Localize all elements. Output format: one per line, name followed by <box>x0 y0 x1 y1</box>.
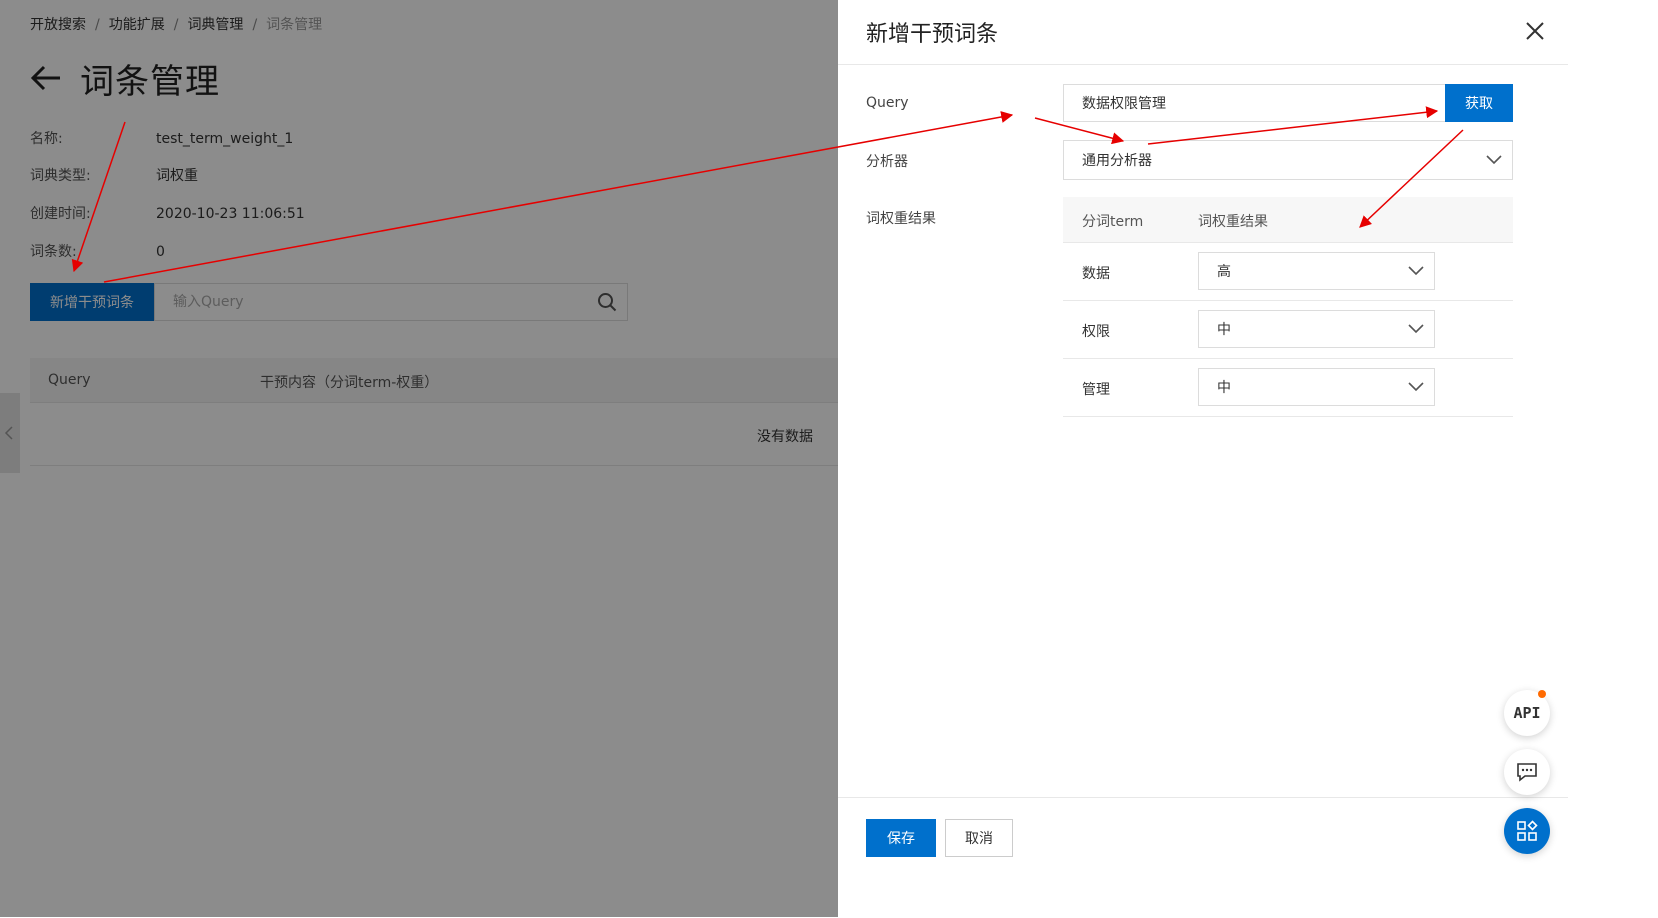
chevron-down-icon <box>1408 382 1424 392</box>
chevron-down-icon <box>1408 324 1424 334</box>
api-button[interactable]: API <box>1504 690 1550 736</box>
result-label: 词权重结果 <box>866 211 936 227</box>
weight-result-table: 分词term 词权重结果 数据 高 权限 中 管理 中 <box>1063 197 1513 417</box>
column-header-term: 分词term <box>1082 214 1144 230</box>
column-header-weight: 词权重结果 <box>1198 214 1268 230</box>
weight-select[interactable]: 中 <box>1198 310 1435 348</box>
analyzer-select[interactable]: 通用分析器 <box>1063 140 1513 180</box>
apps-button[interactable] <box>1504 808 1550 854</box>
chevron-down-icon <box>1408 266 1424 276</box>
chat-button[interactable] <box>1504 749 1550 795</box>
add-entry-drawer: 新增干预词条 Query 获取 分析器 通用分析器 词权重结果 分词term 词… <box>838 0 1568 917</box>
weight-select[interactable]: 高 <box>1198 252 1435 290</box>
result-table-header: 分词term 词权重结果 <box>1063 197 1513 243</box>
apps-icon <box>1517 820 1538 841</box>
query-label: Query <box>866 95 909 111</box>
chevron-down-icon <box>1486 155 1502 165</box>
weight-select[interactable]: 中 <box>1198 368 1435 406</box>
api-label: API <box>1513 704 1541 722</box>
analyzer-label: 分析器 <box>866 154 908 170</box>
drawer-header: 新增干预词条 <box>838 0 1568 65</box>
term-cell: 数据 <box>1082 266 1110 282</box>
table-row: 数据 高 <box>1063 243 1513 301</box>
term-cell: 权限 <box>1082 324 1110 340</box>
save-button[interactable]: 保存 <box>866 819 936 857</box>
query-input[interactable] <box>1063 84 1463 122</box>
weight-value: 高 <box>1217 264 1231 280</box>
table-row: 管理 中 <box>1063 359 1513 417</box>
modal-overlay[interactable] <box>0 0 838 917</box>
analyzer-value: 通用分析器 <box>1082 153 1152 169</box>
close-icon[interactable] <box>1524 20 1546 42</box>
term-cell: 管理 <box>1082 382 1110 398</box>
notification-dot <box>1538 690 1546 698</box>
table-row: 权限 中 <box>1063 301 1513 359</box>
fetch-button[interactable]: 获取 <box>1445 84 1513 122</box>
drawer-title: 新增干预词条 <box>866 22 999 47</box>
weight-value: 中 <box>1217 380 1231 396</box>
weight-value: 中 <box>1217 322 1231 338</box>
chat-icon <box>1517 763 1537 782</box>
drawer-footer: 保存 取消 <box>838 797 1568 918</box>
cancel-button[interactable]: 取消 <box>945 819 1013 857</box>
